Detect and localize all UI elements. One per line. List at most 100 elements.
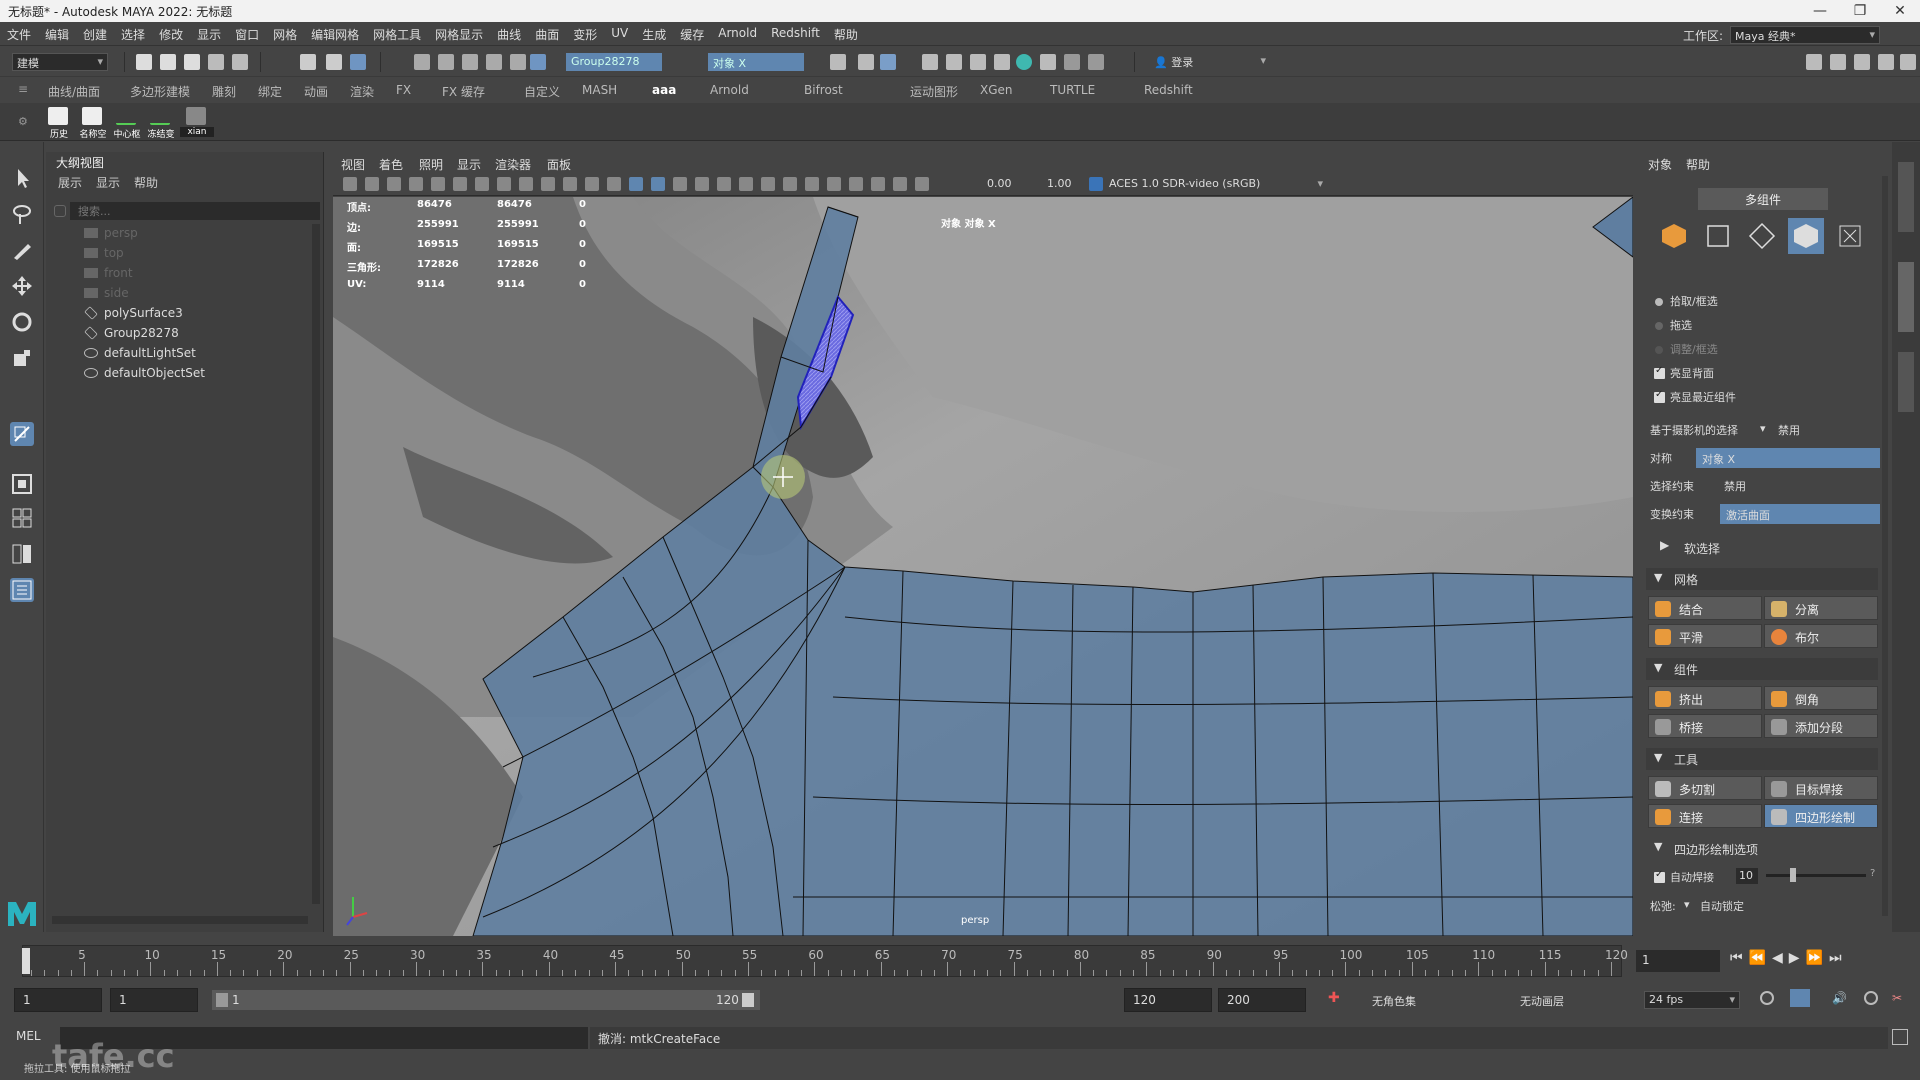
grid-icon[interactable] xyxy=(453,177,467,191)
image-plane-icon[interactable] xyxy=(409,177,423,191)
viewport-menu-panels[interactable]: 面板 xyxy=(547,156,571,173)
shelf-tab-2[interactable]: 雕刻 xyxy=(212,83,236,100)
selection-field[interactable]: Group28278 xyxy=(566,53,662,71)
menu-item-14[interactable]: UV xyxy=(604,22,635,44)
pick-radio[interactable] xyxy=(1655,298,1663,306)
menu-item-6[interactable]: 窗口 xyxy=(228,22,266,47)
current-frame-field[interactable]: 1 xyxy=(1636,950,1720,972)
use-lights-icon[interactable] xyxy=(695,177,709,191)
render-view-icon[interactable] xyxy=(922,54,938,70)
motion-blur-icon[interactable] xyxy=(761,177,775,191)
modeling-toolkit-icon[interactable] xyxy=(1806,54,1822,70)
shadows-icon[interactable] xyxy=(717,177,731,191)
close-button[interactable]: ✕ xyxy=(1880,0,1920,22)
playback-controls[interactable]: ⏮⏪◀▶⏩⏭ xyxy=(1730,950,1910,972)
drag-radio[interactable] xyxy=(1655,322,1663,330)
isolate-select-icon[interactable] xyxy=(827,177,841,191)
scale-tool-icon[interactable] xyxy=(10,346,34,370)
animation-prefs-icon[interactable]: ✂ xyxy=(1892,991,1902,1005)
viewport-menu-show[interactable]: 显示 xyxy=(457,156,481,173)
light-editor-icon[interactable] xyxy=(1064,54,1080,70)
output-ops-icon[interactable] xyxy=(858,54,874,70)
auto-key-icon[interactable]: ✚ xyxy=(1328,990,1344,1008)
soft-select-label[interactable]: 软选择 xyxy=(1684,540,1720,557)
quad-draw-tool-icon[interactable] xyxy=(10,422,34,446)
chevron-down-icon[interactable]: ▾ xyxy=(1760,422,1766,435)
shelf-button-xian[interactable]: xian xyxy=(180,105,214,139)
menu-item-12[interactable]: 曲面 xyxy=(528,22,566,47)
auto-weld-slider-handle[interactable] xyxy=(1790,868,1796,882)
channel-box-tab[interactable] xyxy=(1898,162,1914,232)
outliner-item[interactable]: defaultObjectSet xyxy=(84,366,205,384)
soft-select-arrow-icon[interactable]: ▶ xyxy=(1660,538,1669,552)
menu-item-10[interactable]: 网格显示 xyxy=(428,22,490,47)
select-hierarchy-icon[interactable] xyxy=(300,54,316,70)
viewport-3d[interactable]: 顶点: 86476 86476 0 边: 255991 255991 0 面: 169515 169… xyxy=(333,197,1633,936)
input-ops-icon[interactable] xyxy=(830,54,846,70)
gamma-value[interactable]: 1.00 xyxy=(1047,177,1072,190)
anim-layer-dropdown[interactable]: 无动画层 xyxy=(1520,993,1564,1009)
menu-item-0[interactable]: 文件 xyxy=(0,22,38,47)
outliner-layout-icon[interactable] xyxy=(10,578,34,602)
minimize-button[interactable]: — xyxy=(1800,0,1840,22)
move-tool-icon[interactable] xyxy=(10,274,34,298)
playback-start-field[interactable]: 1 xyxy=(110,988,198,1012)
range-slider-left-handle[interactable] xyxy=(216,993,228,1007)
lasso-tool-icon[interactable] xyxy=(10,202,34,226)
shelf-tab-6[interactable]: FX xyxy=(396,83,411,97)
script-editor-icon[interactable] xyxy=(1892,1029,1908,1045)
viewport-menu-lighting[interactable]: 照明 xyxy=(419,156,443,173)
uv-mode-icon[interactable] xyxy=(1836,222,1864,250)
smooth-button[interactable]: 平滑 xyxy=(1648,624,1762,648)
color-management-icon[interactable] xyxy=(1089,177,1103,191)
boolean-button[interactable]: 布尔 xyxy=(1764,624,1878,648)
shelf-tab-14[interactable]: XGen xyxy=(980,83,1013,97)
menu-item-7[interactable]: 网格 xyxy=(266,22,304,47)
ambient-occlusion-icon[interactable] xyxy=(739,177,753,191)
xray-icon[interactable] xyxy=(849,177,863,191)
shelf-tab-3[interactable]: 绑定 xyxy=(258,83,282,100)
shelf-tab-13[interactable]: 运动图形 xyxy=(910,83,958,100)
select-tool-icon[interactable] xyxy=(10,166,34,190)
pause-icon[interactable] xyxy=(1088,54,1104,70)
menu-item-1[interactable]: 编辑 xyxy=(38,22,76,47)
target-weld-button[interactable]: 目标焊接 xyxy=(1764,776,1878,800)
outliner-menu-show[interactable]: 展示 xyxy=(58,174,82,191)
character-controls-icon[interactable] xyxy=(1830,54,1846,70)
default-material-icon[interactable] xyxy=(651,177,665,191)
mtk-menu-object[interactable]: 对象 xyxy=(1648,156,1672,173)
shelf-tab-10[interactable]: aaa xyxy=(652,83,676,97)
loop-icon[interactable] xyxy=(1760,991,1774,1005)
fps-dropdown[interactable]: 24 fps xyxy=(1644,991,1740,1009)
range-slider[interactable] xyxy=(212,990,760,1010)
multi-component-button[interactable]: 多组件 xyxy=(1698,188,1828,210)
range-slider-right-handle[interactable] xyxy=(742,993,754,1007)
bookmark-icon[interactable] xyxy=(387,177,401,191)
backface-checkbox[interactable] xyxy=(1654,365,1665,379)
shelf-tab-8[interactable]: 自定义 xyxy=(524,83,560,100)
shelf-tab-15[interactable]: TURTLE xyxy=(1050,83,1095,97)
outliner-item[interactable]: side xyxy=(84,286,129,304)
auto-weld-checkbox[interactable] xyxy=(1654,869,1665,883)
mesh-section-header[interactable]: ▼ 网格 xyxy=(1646,568,1878,590)
exposure-icon[interactable] xyxy=(915,177,929,191)
help-icon[interactable]: ? xyxy=(1870,868,1875,879)
menu-item-9[interactable]: 网格工具 xyxy=(366,22,428,47)
extrude-button[interactable]: 挤出 xyxy=(1648,686,1762,710)
symmetry-dropdown[interactable]: 对象 X xyxy=(1696,448,1880,468)
safe-action-icon[interactable] xyxy=(563,177,577,191)
face-mode-icon[interactable] xyxy=(1788,218,1824,254)
single-view-layout-icon[interactable] xyxy=(10,472,34,496)
menu-item-5[interactable]: 显示 xyxy=(190,22,228,47)
shelf-tab-12[interactable]: Bifrost xyxy=(804,83,843,97)
paint-select-tool-icon[interactable] xyxy=(10,238,34,262)
shelf-tab-11[interactable]: Arnold xyxy=(710,83,749,97)
menu-item-8[interactable]: 编辑网格 xyxy=(304,22,366,47)
playback-end-field[interactable]: 120 xyxy=(1124,988,1212,1012)
lock-camera-icon[interactable] xyxy=(365,177,379,191)
sound-icon[interactable]: 🔊 xyxy=(1832,991,1847,1005)
hypershade-icon[interactable] xyxy=(1016,54,1032,70)
select-constraint-value[interactable]: 禁用 xyxy=(1724,478,1746,494)
multi-cut-button[interactable]: 多切割 xyxy=(1648,776,1762,800)
shelf-tab-0[interactable]: 曲线/曲面 xyxy=(48,83,100,100)
